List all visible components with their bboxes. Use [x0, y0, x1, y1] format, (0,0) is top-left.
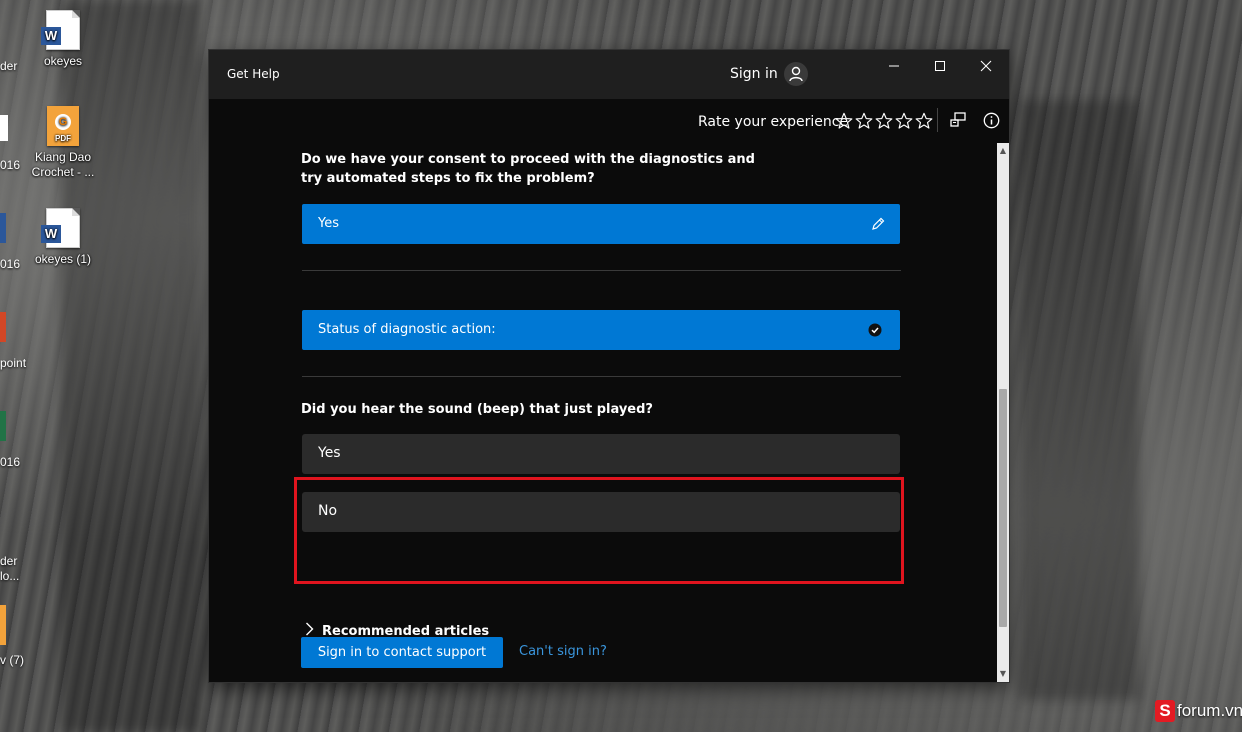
star-rating[interactable] [835, 112, 933, 130]
close-icon [980, 60, 992, 72]
desktop-icon-okeyes-1[interactable]: W okeyes (1) [28, 208, 98, 267]
word-document-icon: W [41, 10, 80, 50]
star-outline-icon[interactable] [875, 112, 893, 130]
divider [302, 270, 901, 271]
star-outline-icon[interactable] [855, 112, 873, 130]
maximize-button[interactable] [917, 50, 963, 82]
rating-bar: Rate your experience [209, 99, 1009, 143]
chevron-right-icon [306, 622, 314, 636]
info-icon[interactable] [983, 112, 1000, 129]
desktop-icon-label: okeyes [43, 54, 83, 68]
consent-question: Do we have your consent to proceed with … [301, 152, 755, 186]
desktop-icon-label: okeyes (1) [34, 252, 92, 266]
chat-content: Do we have your consent to proceed with … [209, 143, 997, 682]
sign-in-contact-support-button[interactable]: Sign in to contact support [301, 637, 503, 668]
cant-sign-in-link[interactable]: Can't sign in? [519, 644, 607, 659]
red-highlight-box [294, 477, 904, 584]
desktop-edge-label[interactable]: 016 [0, 455, 20, 469]
desktop-edge-icon[interactable] [0, 115, 8, 141]
desktop-edge-icon[interactable] [0, 411, 6, 441]
get-help-window: Get Help Sign in Rate your experience Do… [209, 50, 1009, 682]
close-button[interactable] [963, 50, 1009, 82]
consent-answer-text: Yes [318, 216, 339, 231]
rate-experience-label: Rate your experience [698, 114, 849, 130]
vertical-scrollbar[interactable]: ▲ ▼ [997, 143, 1009, 682]
scrollbar-thumb[interactable] [999, 389, 1007, 627]
desktop-edge-label[interactable]: 016 [0, 158, 20, 172]
status-box: Status of diagnostic action: [302, 310, 900, 350]
divider [937, 108, 938, 132]
share-screen-icon[interactable] [949, 111, 967, 129]
person-icon [789, 66, 803, 82]
star-outline-icon[interactable] [915, 112, 933, 130]
status-label: Status of diagnostic action: [318, 322, 496, 337]
scroll-up-arrow-icon[interactable]: ▲ [997, 145, 1009, 157]
desktop-edge-label[interactable]: point [0, 356, 26, 370]
pdf-document-icon: G PDF [47, 106, 79, 146]
edit-pencil-icon[interactable] [871, 217, 885, 231]
minimize-icon [889, 65, 899, 67]
desktop-edge-icon[interactable] [0, 213, 6, 243]
word-document-icon: W [41, 208, 80, 248]
desktop-edge-label[interactable]: 016 [0, 257, 20, 271]
scroll-down-arrow-icon[interactable]: ▼ [997, 668, 1009, 680]
star-outline-icon[interactable] [895, 112, 913, 130]
desktop-edge-label[interactable]: der [0, 554, 17, 568]
desktop-edge-label[interactable]: der [0, 59, 17, 73]
desktop-edge-icon[interactable] [0, 605, 6, 645]
site-watermark: S forum.vn [1155, 698, 1242, 724]
watermark-text: forum.vn [1177, 701, 1242, 720]
minimize-button[interactable] [871, 50, 917, 82]
divider [302, 376, 901, 377]
consent-answer-box[interactable]: Yes [302, 204, 900, 244]
star-outline-icon[interactable] [835, 112, 853, 130]
title-bar[interactable]: Get Help Sign in [209, 50, 1009, 99]
maximize-icon [935, 61, 945, 71]
option-yes-button[interactable]: Yes [302, 434, 900, 474]
watermark-logo: S [1155, 700, 1175, 722]
wallpaper-shadow [1020, 100, 1140, 700]
desktop-edge-label[interactable]: v (7) [0, 653, 24, 667]
desktop-icon-okeyes[interactable]: W okeyes [28, 10, 98, 69]
desktop-edge-label[interactable]: lo... [0, 569, 19, 583]
checkmark-circle-icon [868, 323, 882, 337]
app-title: Get Help [227, 67, 280, 81]
sound-question: Did you hear the sound (beep) that just … [301, 402, 653, 417]
option-label: Yes [318, 445, 341, 461]
sign-in-link[interactable]: Sign in [730, 66, 778, 82]
account-avatar[interactable] [784, 62, 808, 86]
desktop-icon-label: Kiang Dao Crochet - ... [31, 150, 95, 179]
desktop-icon-pdf[interactable]: G PDF Kiang Dao Crochet - ... [28, 106, 98, 180]
desktop-edge-icon[interactable] [0, 312, 6, 342]
